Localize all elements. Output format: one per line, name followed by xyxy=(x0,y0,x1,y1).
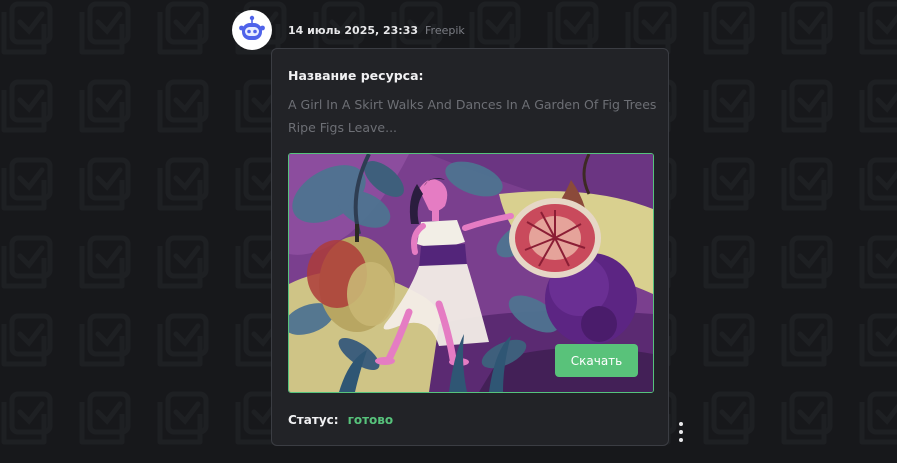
download-button[interactable]: Скачать xyxy=(555,344,638,377)
bot-avatar xyxy=(232,10,272,50)
kebab-dot xyxy=(679,438,683,442)
status-value: готово xyxy=(347,413,394,427)
message-meta: 14 июль 2025, 23:33 Freepik xyxy=(288,24,465,37)
more-vertical-icon[interactable] xyxy=(676,422,686,442)
kebab-dot xyxy=(679,422,683,426)
status-label: Статус: xyxy=(288,413,339,427)
resource-title: A Girl In A Skirt Walks And Dances In A … xyxy=(288,97,657,135)
robot-icon xyxy=(239,15,265,40)
message-timestamp: 14 июль 2025, 23:33 xyxy=(288,24,419,37)
status-row: Статус: готово xyxy=(288,413,393,427)
kebab-dot xyxy=(679,430,683,434)
message-source: Freepik xyxy=(425,24,465,37)
resource-card: Название ресурса: A Girl In A Skirt Walk… xyxy=(271,48,669,446)
resource-label: Название ресурса: xyxy=(288,68,424,83)
